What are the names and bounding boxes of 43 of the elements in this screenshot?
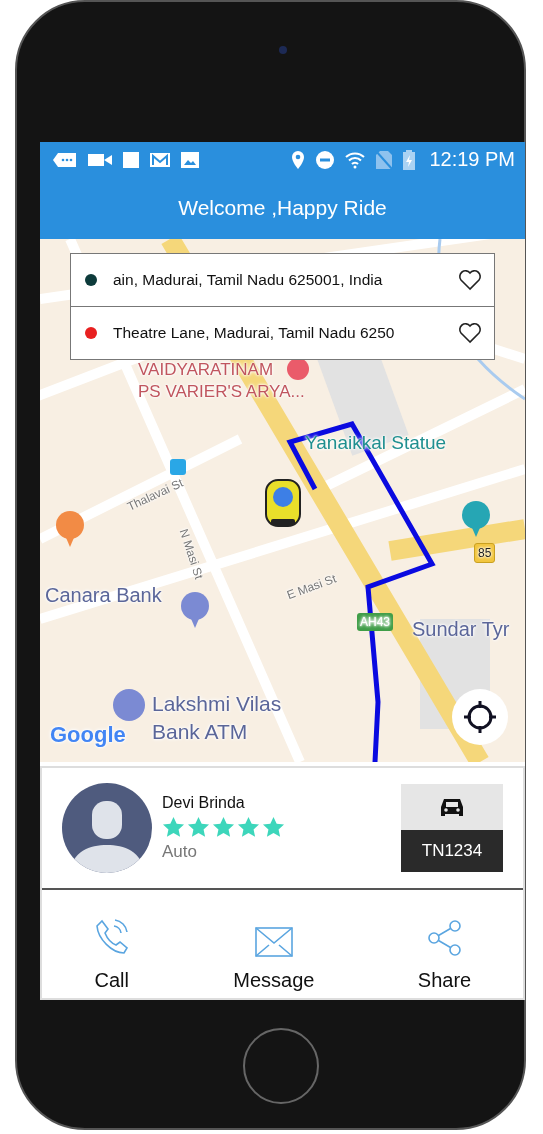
business-label: Canara Bank <box>45 584 162 607</box>
share-icon <box>425 919 464 957</box>
no-sim-icon <box>375 149 394 170</box>
call-button[interactable]: Call <box>83 896 140 992</box>
share-button[interactable]: Share <box>407 896 482 992</box>
wifi-icon <box>344 150 367 169</box>
header-title: Welcome ,Happy Ride <box>178 196 387 220</box>
star-icon <box>212 816 235 838</box>
address-text: ain, Madurai, Tamil Nadu 625001, India <box>113 271 384 289</box>
crosshair-icon <box>463 700 497 734</box>
square-icon <box>122 150 140 169</box>
battery-icon <box>402 148 417 171</box>
star-icon <box>187 816 210 838</box>
image-icon <box>180 150 200 169</box>
vehicle-number: TN1234 <box>401 830 503 872</box>
address-field[interactable]: Theatre Lane, Madurai, Tamil Nadu 6250 <box>70 306 495 360</box>
heart-icon[interactable] <box>458 322 482 344</box>
phone-icon <box>93 917 130 957</box>
business-label: Lakshmi Vilas Bank ATM <box>152 691 283 745</box>
route-badge: 85 <box>474 543 496 563</box>
heart-icon[interactable] <box>458 269 482 291</box>
vehicle-type: Auto <box>162 842 198 862</box>
street-label: N Masi St <box>176 527 207 581</box>
driver-name: Devi Brinda <box>162 794 246 812</box>
address-field[interactable]: ain, Madurai, Tamil Nadu 625001, India <box>70 253 495 307</box>
street-label: E Masi St <box>285 571 339 603</box>
business-label: Sundar Tyr <box>412 618 510 641</box>
camera-icon <box>279 46 287 54</box>
location-pin-icon <box>290 149 307 170</box>
mail-icon <box>149 150 171 169</box>
message-button[interactable]: Message <box>223 896 325 992</box>
message-icon <box>52 150 78 169</box>
star-icon <box>262 816 285 838</box>
envelope-icon <box>254 927 293 957</box>
home-button[interactable] <box>243 1028 319 1104</box>
star-icon <box>162 816 185 838</box>
status-time: 12:19 PM <box>429 148 515 171</box>
do-not-disturb-icon <box>315 149 336 170</box>
map-logo: Google <box>50 722 126 748</box>
highway-badge: AH43 <box>357 613 394 631</box>
address-text: Theatre Lane, Madurai, Tamil Nadu 6250 <box>113 324 396 342</box>
star-icon <box>237 816 260 838</box>
car-icon <box>439 796 465 818</box>
